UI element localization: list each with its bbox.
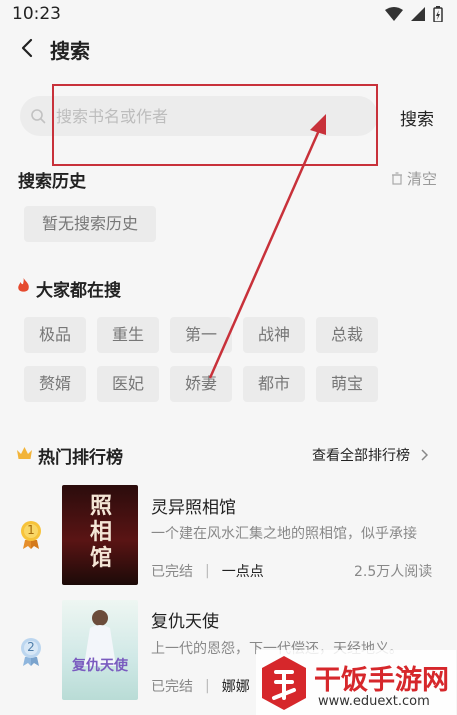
ranking-title: 热门排行榜 bbox=[38, 448, 123, 468]
cover-title: 照相馆 bbox=[89, 493, 112, 571]
trending-tag[interactable]: 医妃 bbox=[97, 366, 159, 402]
history-title: 搜索历史 bbox=[18, 172, 86, 192]
trending-tag[interactable]: 极品 bbox=[24, 317, 86, 353]
trending-tag[interactable]: 第一 bbox=[170, 317, 232, 353]
trending-tag[interactable]: 赘婿 bbox=[24, 366, 86, 402]
back-arrow-icon[interactable] bbox=[14, 34, 42, 62]
rank-number: 1 bbox=[27, 523, 35, 537]
trending-tag[interactable]: 总裁 bbox=[316, 317, 378, 353]
rank-number: 2 bbox=[27, 640, 35, 654]
book-meta: 已完结 | 娜娜 bbox=[151, 676, 250, 696]
status-time: 10:23 bbox=[12, 4, 61, 24]
history-empty: 暂无搜索历史 bbox=[24, 206, 156, 242]
cover-figure bbox=[84, 610, 116, 666]
annotation-box bbox=[52, 84, 378, 166]
status-icons bbox=[385, 6, 443, 22]
watermark-text: 干饭手游网 bbox=[314, 665, 449, 696]
rank-medal-2: 2 bbox=[20, 637, 42, 667]
book-author: 一点点 bbox=[221, 564, 264, 580]
meta-divider: | bbox=[205, 678, 210, 694]
clear-history-button[interactable]: 清空 bbox=[391, 168, 437, 189]
book-readers: 2.5万人阅读 bbox=[354, 564, 433, 580]
book-status: 已完结 bbox=[151, 679, 193, 695]
book-meta: 已完结 | 一点点 bbox=[151, 561, 264, 581]
meta-divider: | bbox=[205, 563, 210, 579]
watermark-url: www.eduext.com bbox=[318, 694, 430, 709]
trending-tag[interactable]: 萌宝 bbox=[316, 366, 378, 402]
book-status: 已完结 bbox=[151, 564, 193, 580]
battery-icon bbox=[433, 6, 443, 22]
watermark-logo bbox=[262, 656, 306, 710]
book-title[interactable]: 复仇天使 bbox=[151, 607, 219, 632]
watermark: 干饭手游网 www.eduext.com bbox=[256, 650, 456, 715]
trending-tag[interactable]: 重生 bbox=[97, 317, 159, 353]
rank-medal-1: 1 bbox=[20, 520, 42, 550]
trash-icon bbox=[391, 172, 402, 185]
page-title: 搜索 bbox=[50, 39, 90, 63]
crown-icon bbox=[17, 447, 32, 459]
view-all-label: 查看全部排行榜 bbox=[312, 448, 410, 464]
trending-tag[interactable]: 战神 bbox=[243, 317, 305, 353]
fire-icon bbox=[18, 278, 29, 292]
view-all-ranking-link[interactable]: 查看全部排行榜 bbox=[312, 445, 428, 465]
chevron-right-icon bbox=[421, 449, 428, 461]
trending-tag[interactable]: 娇妻 bbox=[170, 366, 232, 402]
search-icon bbox=[31, 109, 46, 124]
book-author: 娜娜 bbox=[221, 679, 250, 695]
trending-title: 大家都在搜 bbox=[36, 281, 121, 301]
book-description: 一个建在风水汇集之地的照相馆，似乎承接 bbox=[151, 526, 417, 542]
book-title[interactable]: 灵异照相馆 bbox=[151, 493, 236, 518]
trending-tag[interactable]: 都市 bbox=[243, 366, 305, 402]
book-cover[interactable]: 复仇天使 bbox=[62, 600, 138, 700]
clear-history-label: 清空 bbox=[406, 170, 437, 188]
search-button[interactable]: 搜索 bbox=[400, 105, 434, 130]
wifi-icon bbox=[385, 7, 403, 21]
signal-icon bbox=[411, 7, 425, 21]
book-cover[interactable]: 照相馆 bbox=[62, 485, 138, 585]
cover-title: 复仇天使 bbox=[72, 658, 128, 674]
